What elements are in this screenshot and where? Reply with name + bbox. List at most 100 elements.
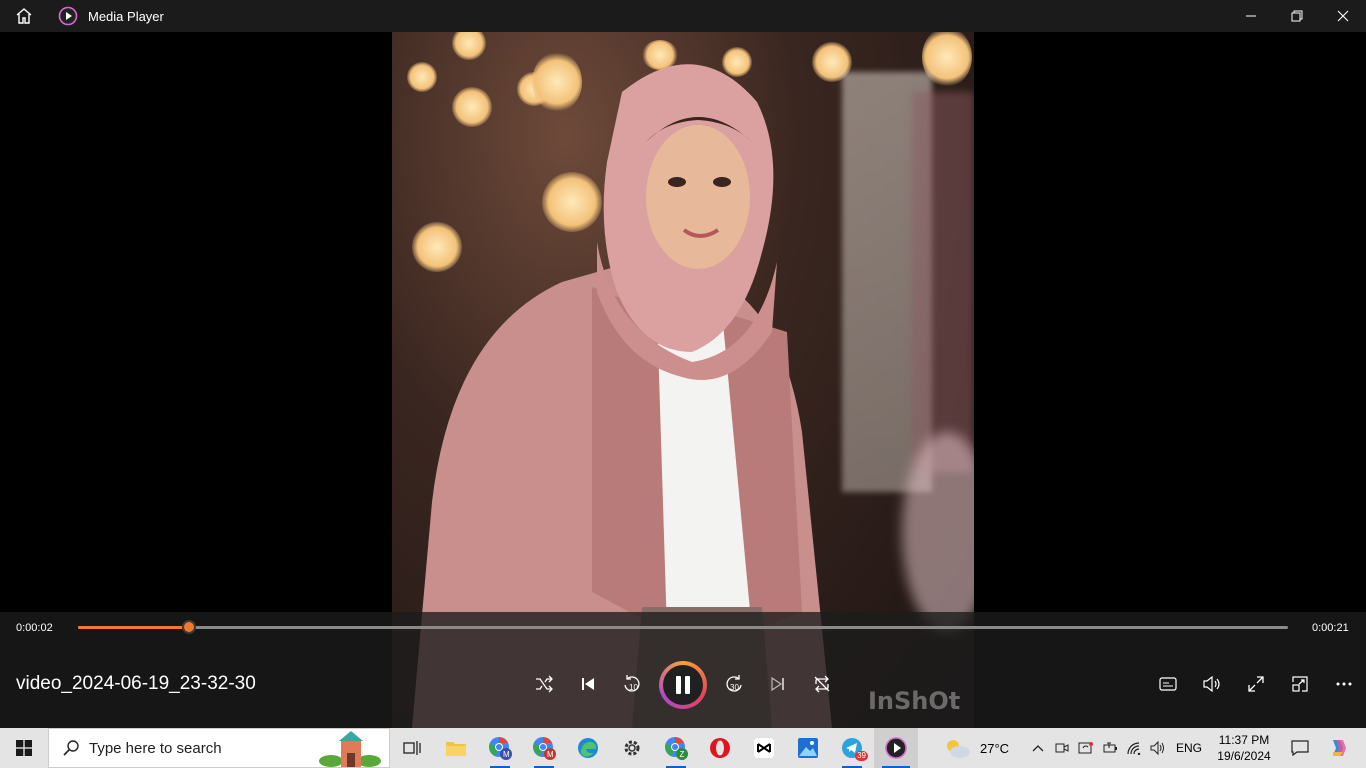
mini-player-icon — [1292, 676, 1308, 692]
chrome-profile-badge: M — [503, 750, 510, 759]
battery-icon — [1103, 742, 1117, 753]
mini-player-button[interactable] — [1284, 668, 1316, 700]
taskbar-chrome-profile-m2[interactable]: M — [522, 728, 566, 768]
media-player-icon — [885, 737, 907, 759]
repeat-button[interactable] — [806, 668, 838, 700]
taskbar-opera[interactable] — [698, 728, 742, 768]
seek-bar[interactable] — [78, 620, 1288, 634]
media-player-app-icon — [58, 6, 78, 26]
close-icon — [1337, 10, 1349, 22]
taskbar: Type here to search M M Z 39 27°C ENG 11… — [0, 728, 1366, 768]
search-highlight-illustration-icon — [319, 731, 381, 767]
tray-network[interactable] — [1122, 728, 1146, 768]
pause-button[interactable] — [659, 661, 707, 709]
taskbar-settings[interactable] — [610, 728, 654, 768]
folder-icon — [446, 742, 466, 756]
chrome-profile-badge: M — [547, 750, 554, 759]
home-button[interactable] — [0, 0, 48, 32]
copilot-icon — [1333, 740, 1346, 756]
more-options-icon — [1336, 682, 1352, 686]
chevron-up-icon — [1032, 745, 1044, 752]
repeat-off-icon — [814, 675, 830, 693]
tray-volume[interactable] — [1146, 728, 1170, 768]
skip-back-icon: 10 — [624, 675, 640, 692]
clock-time: 11:37 PM — [1218, 733, 1270, 747]
tray-battery[interactable] — [1098, 728, 1122, 768]
taskbar-capcut[interactable] — [742, 728, 786, 768]
subtitles-button[interactable] — [1152, 668, 1184, 700]
input-language[interactable]: ENG — [1170, 741, 1208, 755]
notifications-button[interactable] — [1280, 728, 1320, 768]
shuffle-icon — [536, 675, 553, 693]
title-bar: Media Player — [0, 0, 1366, 32]
task-view-button[interactable] — [390, 728, 434, 768]
photos-icon — [798, 738, 818, 758]
chrome-profile-badge: Z — [680, 750, 685, 759]
shuffle-button[interactable] — [528, 668, 560, 700]
taskbar-clock[interactable]: 11:37 PM 19/6/2024 — [1208, 732, 1280, 764]
taskbar-chrome-profile-m1[interactable]: M — [478, 728, 522, 768]
windows-logo-icon — [16, 740, 32, 756]
close-button[interactable] — [1320, 0, 1366, 32]
chrome-icon: M — [533, 737, 556, 760]
minimize-icon — [1246, 15, 1256, 17]
previous-icon — [582, 678, 594, 690]
search-icon — [63, 740, 79, 756]
skip-forward-label: 30 — [730, 683, 739, 692]
more-options-button[interactable] — [1328, 668, 1360, 700]
speaker-icon — [1150, 741, 1164, 755]
seek-bar-thumb[interactable] — [182, 620, 197, 634]
restore-icon — [1291, 10, 1303, 22]
skip-forward-icon: 30 — [726, 675, 742, 692]
chrome-icon: Z — [665, 737, 688, 760]
capcut-icon — [754, 738, 774, 758]
minimize-button[interactable] — [1228, 0, 1274, 32]
tray-sync[interactable] — [1074, 728, 1098, 768]
taskbar-photos[interactable] — [786, 728, 830, 768]
next-icon — [771, 676, 784, 692]
gear-icon — [624, 740, 640, 756]
fullscreen-button[interactable] — [1240, 668, 1272, 700]
skip-back-10-button[interactable]: 10 — [616, 668, 648, 700]
restore-button[interactable] — [1274, 0, 1320, 32]
video-filename: video_2024-06-19_23-32-30 — [16, 673, 256, 694]
weather-temperature[interactable]: 27°C — [980, 741, 1026, 756]
show-hidden-icons-button[interactable] — [1026, 728, 1050, 768]
volume-button[interactable] — [1196, 668, 1228, 700]
tray-meet-now[interactable] — [1050, 728, 1074, 768]
sync-icon — [1078, 742, 1093, 754]
seek-bar-progress — [78, 626, 190, 629]
taskbar-edge[interactable] — [566, 728, 610, 768]
skip-forward-30-button[interactable]: 30 — [718, 668, 750, 700]
opera-icon — [710, 738, 730, 758]
next-button[interactable] — [762, 668, 794, 700]
pause-icon — [676, 676, 690, 694]
notification-icon — [1291, 740, 1309, 756]
taskbar-search-box[interactable]: Type here to search — [48, 728, 390, 768]
video-watermark: InShOt — [868, 687, 961, 715]
taskbar-telegram[interactable]: 39 — [830, 728, 874, 768]
copilot-button[interactable] — [1320, 728, 1356, 768]
taskbar-chrome-profile-z[interactable]: Z — [654, 728, 698, 768]
taskbar-file-explorer[interactable] — [434, 728, 478, 768]
fullscreen-icon — [1248, 676, 1264, 692]
window-title: Media Player — [88, 8, 164, 24]
clock-date: 19/6/2024 — [1217, 749, 1271, 763]
skip-back-label: 10 — [629, 683, 638, 692]
start-button[interactable] — [0, 728, 48, 768]
weather-widget[interactable] — [940, 728, 974, 768]
elapsed-time: 0:00:02 — [16, 622, 53, 634]
chrome-icon: M — [489, 737, 512, 760]
task-view-icon — [403, 741, 421, 755]
subtitles-icon — [1159, 677, 1177, 691]
camera-icon — [1055, 743, 1069, 753]
edge-icon — [578, 738, 598, 758]
previous-button[interactable] — [572, 668, 604, 700]
telegram-unread-badge: 39 — [855, 751, 868, 761]
wifi-icon — [1127, 742, 1141, 755]
search-placeholder: Type here to search — [89, 739, 222, 757]
playback-controls: 0:00:02 0:00:21 video_2024-06-19_23-32-3… — [0, 612, 1366, 728]
taskbar-media-player[interactable] — [874, 728, 918, 768]
partly-cloudy-icon — [947, 740, 970, 758]
home-icon — [16, 8, 32, 24]
